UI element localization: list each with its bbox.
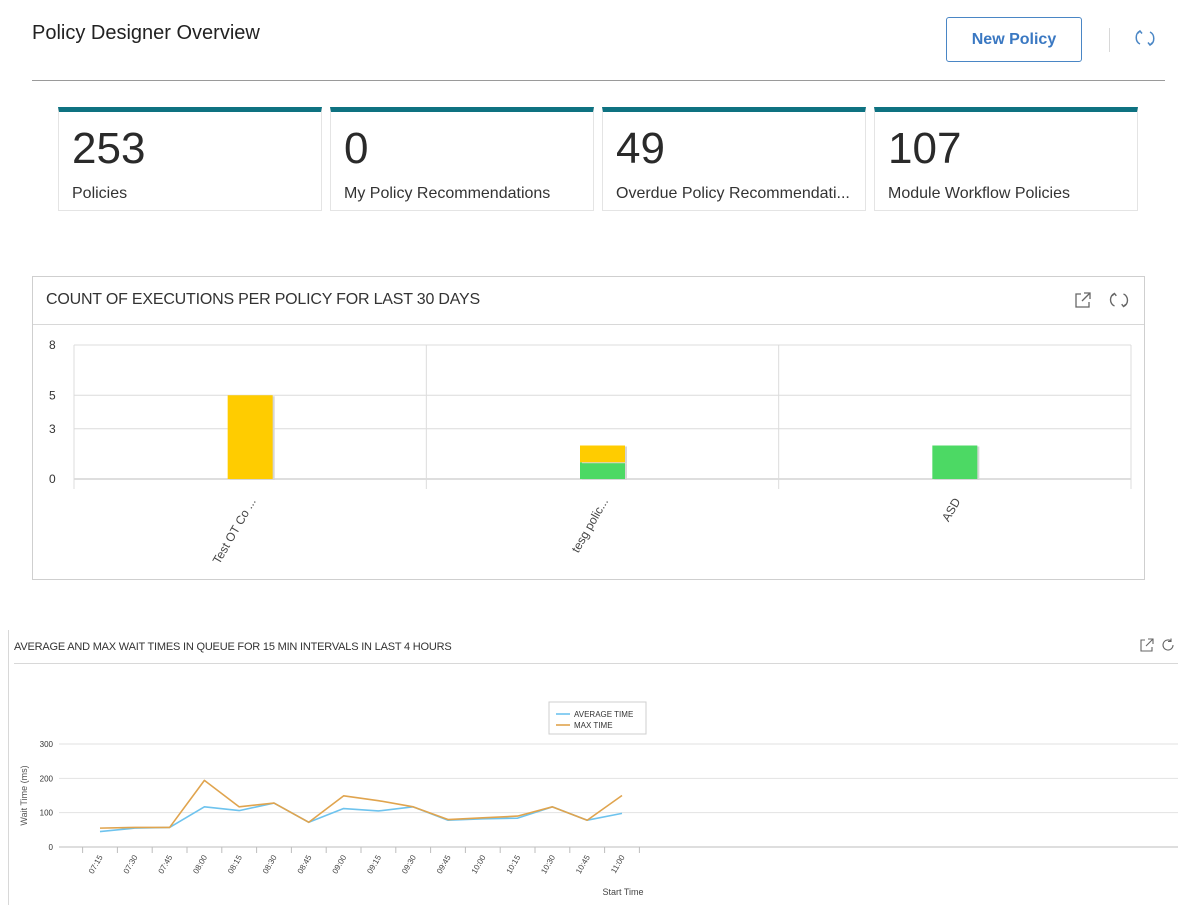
line-x-axis-title: Start Time — [602, 887, 643, 897]
bar-segment — [227, 395, 273, 479]
tile-module-workflow-policies[interactable]: 107 Module Workflow Policies — [874, 107, 1138, 211]
legend-label: MAX TIME — [574, 721, 613, 730]
tile-count: 107 — [888, 124, 962, 173]
refresh-icon — [1135, 29, 1155, 47]
line-y-tick-label: 300 — [40, 740, 54, 749]
executions-refresh-button[interactable] — [1108, 290, 1130, 315]
line-y-axis-title: Wait Time (ms) — [19, 765, 29, 825]
new-policy-button[interactable]: New Policy — [946, 17, 1082, 62]
tile-label: Module Workflow Policies — [888, 185, 1070, 202]
bar-y-tick-label: 0 — [49, 472, 56, 486]
bar-y-tick-label: 5 — [49, 388, 56, 402]
line-x-tick-label: 08:00 — [191, 853, 209, 875]
wait-widget-title: AVERAGE AND MAX WAIT TIMES IN QUEUE FOR … — [14, 641, 452, 653]
tile-my-policy-recommendations[interactable]: 0 My Policy Recommendations — [330, 107, 594, 211]
bar-x-tick-label: Test OT Co ... — [210, 496, 259, 567]
line-x-tick-label: 08:30 — [261, 853, 279, 875]
wait-open-button[interactable] — [1139, 637, 1155, 658]
external-link-icon — [1075, 292, 1091, 308]
wait-line-chart: 0 100 200 300 Wait Time (ms) 07:15 07:30 07:45 0… — [19, 701, 1178, 897]
header-divider-line — [32, 80, 1165, 81]
line-x-tick-label: 09:15 — [365, 853, 383, 875]
line-x-tick-label: 08:15 — [226, 853, 244, 875]
legend-label: AVERAGE TIME — [574, 710, 633, 719]
line-x-tick-label: 08:45 — [296, 853, 314, 875]
line-y-tick-label: 0 — [49, 843, 54, 852]
line-x-tick-label: 10:45 — [574, 853, 592, 875]
line-x-tick-label: 07:15 — [87, 853, 105, 875]
line-x-tick-label: 10:30 — [539, 853, 557, 875]
tile-overdue-policy-recommendations[interactable]: 49 Overdue Policy Recommendati... — [602, 107, 866, 211]
tile-label: My Policy Recommendations — [344, 185, 551, 202]
bar-segment — [932, 445, 978, 479]
tile-label: Policies — [72, 185, 128, 202]
executions-widget-title: COUNT OF EXECUTIONS PER POLICY FOR LAST … — [46, 291, 480, 308]
refresh-icon — [1162, 638, 1174, 651]
executions-open-button[interactable] — [1073, 290, 1093, 315]
line-x-tick-label: 10:15 — [505, 853, 523, 875]
external-link-icon — [1140, 638, 1154, 652]
line-legend: AVERAGE TIME MAX TIME — [548, 701, 647, 735]
tile-count: 0 — [344, 124, 369, 173]
line-x-tick-label: 07:45 — [157, 853, 175, 875]
line-x-tick-label: 09:45 — [435, 853, 453, 875]
executions-bar-chart: 0 3 5 8 Test OT Co ... tesg polic... ASD — [49, 338, 1132, 567]
bar-y-tick-label: 3 — [49, 422, 56, 436]
tile-policies[interactable]: 253 Policies — [58, 107, 322, 211]
page-refresh-button[interactable] — [1133, 27, 1157, 49]
line-x-tick-label: 10:00 — [470, 853, 488, 875]
line-y-tick-label: 100 — [40, 809, 54, 818]
bar-x-tick-label: ASD — [939, 495, 964, 524]
tile-label: Overdue Policy Recommendati... — [616, 185, 850, 202]
line-x-tick-label: 11:00 — [609, 853, 627, 875]
tile-count: 49 — [616, 124, 665, 173]
tile-count: 253 — [72, 124, 146, 173]
line-series-max-time — [99, 779, 623, 829]
page-title: Policy Designer Overview — [32, 22, 260, 44]
bar-x-tick-label: tesg polic... — [569, 496, 611, 556]
line-y-tick-label: 200 — [40, 774, 54, 783]
wait-refresh-button[interactable] — [1160, 637, 1176, 658]
bar-segment — [580, 445, 625, 463]
line-x-tick-label: 09:00 — [331, 853, 349, 875]
bar-segment — [580, 462, 625, 479]
line-x-tick-label: 09:30 — [400, 853, 418, 875]
bar-y-tick-label: 8 — [49, 338, 56, 352]
line-x-tick-label: 07:30 — [122, 853, 140, 875]
refresh-icon — [1109, 292, 1129, 308]
line-series-average-time — [99, 802, 623, 833]
executions-widget: COUNT OF EXECUTIONS PER POLICY FOR LAST … — [32, 276, 1145, 580]
header-divider — [1109, 28, 1110, 52]
